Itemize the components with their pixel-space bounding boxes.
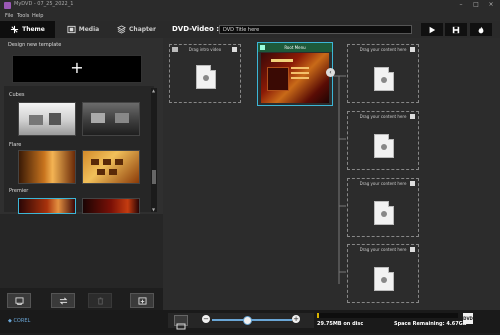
delete-button[interactable]	[88, 293, 112, 308]
app-logo-icon	[4, 2, 11, 9]
content-checkbox[interactable]	[410, 181, 415, 186]
menu-file[interactable]: File	[5, 13, 13, 19]
zoom-slider[interactable]	[212, 319, 292, 321]
content-drop-label: Drag your content here	[359, 47, 407, 52]
tab-media-label: Media	[78, 26, 100, 33]
minimize-button[interactable]: –	[454, 1, 468, 8]
close-button[interactable]: ×	[484, 1, 498, 8]
delete-icon	[97, 296, 103, 305]
content-drop-label: Drag your content here	[359, 247, 407, 252]
tab-theme[interactable]: Theme	[0, 21, 55, 38]
content-dropzone-4[interactable]: Drag your content here	[347, 244, 419, 303]
left-tab-bar: Theme Media Chapter	[0, 21, 163, 38]
menu-help[interactable]: Help	[32, 13, 43, 19]
corel-logo-text: COREL	[13, 318, 31, 324]
root-menu-preview	[261, 53, 329, 103]
play-icon	[429, 26, 436, 33]
content-drop-label: Drag your content here	[359, 181, 407, 186]
zoom-slider-handle[interactable]	[242, 316, 252, 325]
template-thumb-cubes-1[interactable]	[18, 102, 76, 136]
content-checkbox[interactable]	[410, 47, 415, 52]
content-dropzone-2[interactable]: Drag your content here	[347, 111, 419, 170]
play-button[interactable]	[421, 23, 443, 36]
dvd-title-input[interactable]	[219, 25, 412, 34]
dvd-disc-badge: DVD	[463, 313, 473, 324]
title-bar: MyDVD - 07_25_2022_1 – □ ×	[0, 0, 500, 12]
window-title: MyDVD - 07_25_2022_1	[14, 1, 74, 7]
add-template-icon	[15, 296, 23, 305]
category-label-premier: Premier	[9, 188, 29, 194]
lower-left-area	[0, 214, 163, 288]
placeholder-file-icon	[374, 267, 394, 291]
collapse-arrow-icon[interactable]: ‹	[326, 68, 335, 77]
design-new-template-button[interactable]: +	[12, 55, 142, 83]
placeholder-file-icon	[374, 201, 394, 225]
design-new-template-label: Design new template	[8, 42, 62, 48]
template-list-scrollbar[interactable]: ▲ ▼	[151, 88, 157, 212]
export-icon	[138, 296, 146, 305]
layers-icon	[117, 25, 127, 34]
theme-icon	[11, 25, 19, 34]
placeholder-file-icon	[374, 67, 394, 91]
scroll-up-icon[interactable]: ▲	[152, 88, 155, 93]
template-thumb-premier-2[interactable]	[82, 198, 140, 214]
tab-chapter-label: Chapter	[129, 26, 156, 33]
template-thumb-cubes-2[interactable]	[82, 102, 140, 136]
template-thumb-premier-1[interactable]	[18, 198, 76, 214]
content-checkbox[interactable]	[410, 114, 415, 119]
scroll-thumb[interactable]	[152, 170, 156, 184]
space-remaining-text: Space Remaining: 4.67GB	[394, 321, 467, 327]
menu-tools[interactable]: Tools	[17, 13, 29, 19]
lock-icon	[260, 45, 265, 50]
add-template-button[interactable]	[7, 293, 31, 308]
content-checkbox[interactable]	[410, 247, 415, 252]
tab-theme-label: Theme	[22, 26, 45, 33]
category-label-flare: Flare	[9, 142, 22, 148]
category-label-cubes: Cubes	[9, 92, 25, 98]
content-dropzone-3[interactable]: Drag your content here	[347, 178, 419, 237]
scroll-down-icon[interactable]: ▼	[152, 207, 155, 212]
swap-icon	[59, 297, 67, 304]
tab-chapter[interactable]: Chapter	[110, 21, 163, 38]
disc-usage-fill	[317, 313, 319, 318]
swap-button[interactable]	[51, 293, 75, 308]
menu-bar: File Tools Help	[0, 12, 500, 21]
dvd-format-label: DVD-Video :	[172, 25, 220, 33]
intro-drop-label: Drag intro video	[188, 47, 222, 52]
export-button[interactable]	[130, 293, 154, 308]
image-icon	[176, 323, 186, 330]
disc-used-text: 29.75MB on disc	[317, 321, 364, 327]
disc-usage-bar	[317, 313, 458, 318]
placeholder-file-icon	[374, 134, 394, 158]
film-icon	[67, 25, 76, 34]
root-menu-node[interactable]: Root Menu	[257, 42, 333, 106]
burn-button[interactable]	[470, 23, 492, 36]
intro-video-dropzone[interactable]: Drag intro video	[169, 44, 241, 103]
tab-media[interactable]: Media	[58, 21, 108, 38]
maximize-button[interactable]: □	[469, 1, 483, 8]
save-button[interactable]	[445, 23, 467, 36]
root-menu-title: Root Menu	[284, 45, 306, 50]
content-drop-label: Drag your content here	[359, 114, 407, 119]
save-icon	[452, 26, 460, 33]
intro-checkbox[interactable]	[232, 47, 237, 52]
content-dropzone-1[interactable]: Drag your content here	[347, 44, 419, 103]
corel-logo: ◆ COREL	[8, 318, 30, 324]
template-thumb-flare-2[interactable]	[82, 150, 140, 184]
template-thumb-flare-1[interactable]	[18, 150, 76, 184]
burn-icon	[478, 26, 484, 33]
zoom-in-button[interactable]: +	[292, 315, 300, 323]
zoom-out-button[interactable]: −	[202, 315, 210, 323]
plus-icon: +	[70, 58, 84, 77]
fit-view-button[interactable]	[174, 315, 188, 330]
placeholder-file-icon	[196, 65, 216, 89]
